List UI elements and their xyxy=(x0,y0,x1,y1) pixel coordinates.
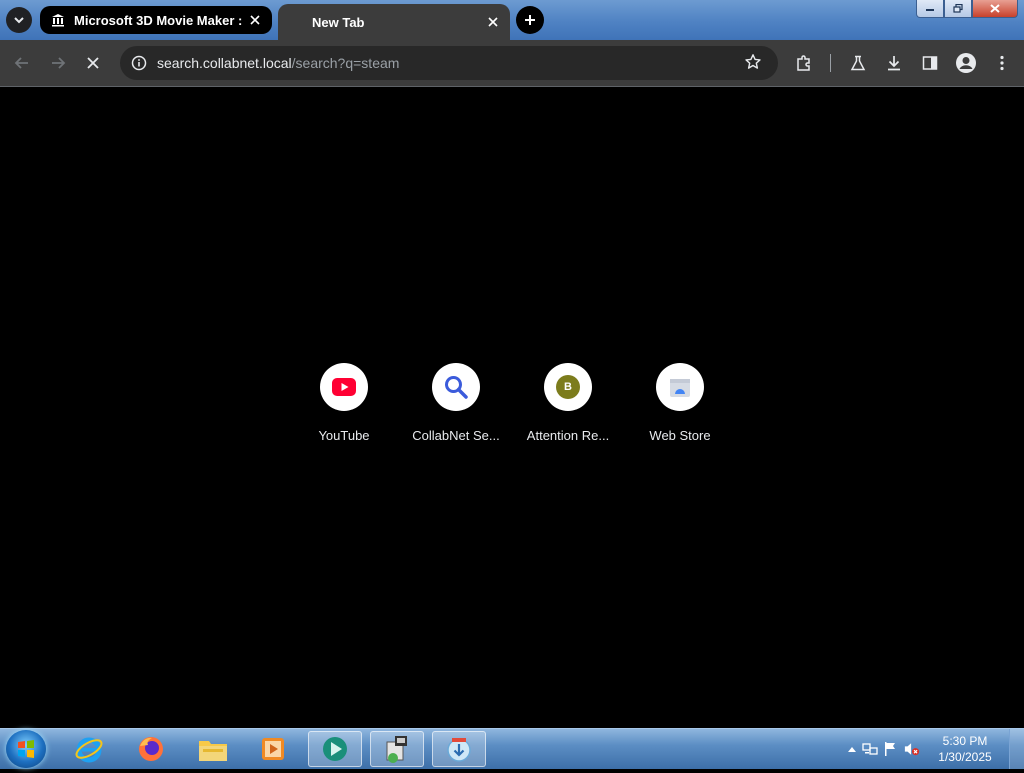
shortcut-youtube[interactable]: YouTube xyxy=(288,363,400,443)
taskbar-file-explorer[interactable] xyxy=(186,731,240,767)
plus-icon xyxy=(525,15,535,25)
side-panel-icon xyxy=(922,56,938,70)
taskbar-firefox[interactable] xyxy=(124,731,178,767)
network-tray-icon[interactable] xyxy=(862,741,878,757)
bookmark-star-icon[interactable] xyxy=(744,53,764,73)
shortcut-icon-circle: B xyxy=(544,363,592,411)
close-tab-icon[interactable] xyxy=(246,11,264,29)
restore-icon xyxy=(953,4,963,13)
chevron-up-icon xyxy=(848,747,856,752)
shortcut-icon-circle xyxy=(432,363,480,411)
start-button[interactable] xyxy=(6,730,46,768)
tab-title: New Tab xyxy=(312,14,365,30)
shortcut-label: CollabNet Se... xyxy=(412,428,500,443)
window-controls xyxy=(916,0,1018,20)
url-host: search.collabnet.local xyxy=(157,55,292,71)
tab-strip: Microsoft 3D Movie Maker : M New Tab xyxy=(0,0,1024,40)
menu-button[interactable] xyxy=(990,51,1014,75)
media-player-icon xyxy=(262,738,284,760)
shortcut-icon-circle xyxy=(656,363,704,411)
shortcut-label: Web Store xyxy=(649,428,711,443)
tab-new-tab[interactable]: New Tab xyxy=(278,4,510,40)
letter-b-text: B xyxy=(564,381,572,393)
close-window-button[interactable] xyxy=(972,0,1018,18)
taskbar-media-player[interactable] xyxy=(246,731,300,767)
search-icon xyxy=(445,376,468,399)
download-icon xyxy=(888,56,900,71)
chevron-down-icon xyxy=(14,17,24,24)
flag-icon xyxy=(885,742,895,756)
new-tab-page: YouTube CollabNet Se... B Attention Re..… xyxy=(0,87,1024,728)
labs-button[interactable] xyxy=(846,51,870,75)
extensions-button[interactable] xyxy=(792,51,816,75)
installer-icon xyxy=(386,736,407,763)
taskbar: 5:30 PM 1/30/2025 xyxy=(0,728,1024,769)
windows-logo-icon xyxy=(18,740,34,758)
profile-button[interactable] xyxy=(954,51,978,75)
url-text[interactable]: search.collabnet.local/search?q=steam xyxy=(157,55,399,71)
puzzle-icon xyxy=(797,55,810,71)
museum-icon xyxy=(50,12,66,28)
url-path: /search?q=steam xyxy=(291,55,400,71)
new-tab-button[interactable] xyxy=(516,6,544,34)
arrow-right-icon xyxy=(52,57,66,69)
close-icon xyxy=(87,57,99,69)
action-center-tray-icon[interactable] xyxy=(882,741,898,757)
forward-button[interactable] xyxy=(46,51,70,75)
downloads-button[interactable] xyxy=(882,51,906,75)
more-vertical-icon xyxy=(1000,55,1004,71)
flask-icon xyxy=(850,55,866,71)
show-hidden-icons-button[interactable] xyxy=(844,741,860,757)
maximize-button[interactable] xyxy=(944,0,972,18)
site-info-icon[interactable] xyxy=(129,53,149,73)
file-explorer-icon xyxy=(199,741,227,761)
shortcut-web-store[interactable]: Web Store xyxy=(624,363,736,443)
shortcut-attention[interactable]: B Attention Re... xyxy=(512,363,624,443)
clock-time: 5:30 PM xyxy=(942,734,988,748)
blank-page-icon xyxy=(288,14,304,30)
stop-loading-button[interactable] xyxy=(81,51,105,75)
taskbar-installer[interactable] xyxy=(370,731,424,767)
clock-date: 1/30/2025 xyxy=(938,750,992,764)
shortcut-icon-circle xyxy=(320,363,368,411)
firefox-icon xyxy=(139,737,163,761)
shortcut-collabnet-search[interactable]: CollabNet Se... xyxy=(400,363,512,443)
tab-search-button[interactable] xyxy=(6,7,32,33)
tab-movie-maker[interactable]: Microsoft 3D Movie Maker : M xyxy=(40,6,272,34)
avatar-icon xyxy=(956,53,976,73)
internet-explorer-icon xyxy=(75,737,103,763)
taskbar-download-app[interactable] xyxy=(432,731,486,767)
minimize-button[interactable] xyxy=(916,0,944,18)
address-bar[interactable]: search.collabnet.local/search?q=steam xyxy=(120,46,778,80)
close-icon xyxy=(990,4,1000,13)
arrow-left-icon xyxy=(14,57,28,69)
back-button[interactable] xyxy=(10,51,34,75)
toolbar-divider xyxy=(830,54,831,72)
show-desktop-button[interactable] xyxy=(1009,729,1024,769)
youtube-icon xyxy=(332,378,356,396)
speaker-muted-icon xyxy=(904,743,920,756)
browser-toolbar: search.collabnet.local/search?q=steam xyxy=(0,40,1024,87)
shortcut-label: Attention Re... xyxy=(526,428,610,443)
tab-title: Microsoft 3D Movie Maker : M xyxy=(74,12,246,28)
download-app-icon xyxy=(447,738,471,762)
shortcut-label: YouTube xyxy=(318,428,370,443)
letter-b-icon: B xyxy=(556,375,580,399)
close-tab-icon[interactable] xyxy=(484,13,502,31)
system-tray: 5:30 PM 1/30/2025 xyxy=(834,729,1024,769)
web-store-icon xyxy=(670,379,690,397)
taskbar-internet-explorer[interactable] xyxy=(62,731,116,767)
taskbar-active-app[interactable] xyxy=(308,731,362,767)
side-panel-button[interactable] xyxy=(918,51,942,75)
volume-tray-icon[interactable] xyxy=(904,741,920,757)
app-active-icon xyxy=(323,737,347,761)
network-icon xyxy=(862,743,878,755)
clock[interactable]: 5:30 PM 1/30/2025 xyxy=(930,733,1000,765)
minimize-icon xyxy=(926,8,934,11)
